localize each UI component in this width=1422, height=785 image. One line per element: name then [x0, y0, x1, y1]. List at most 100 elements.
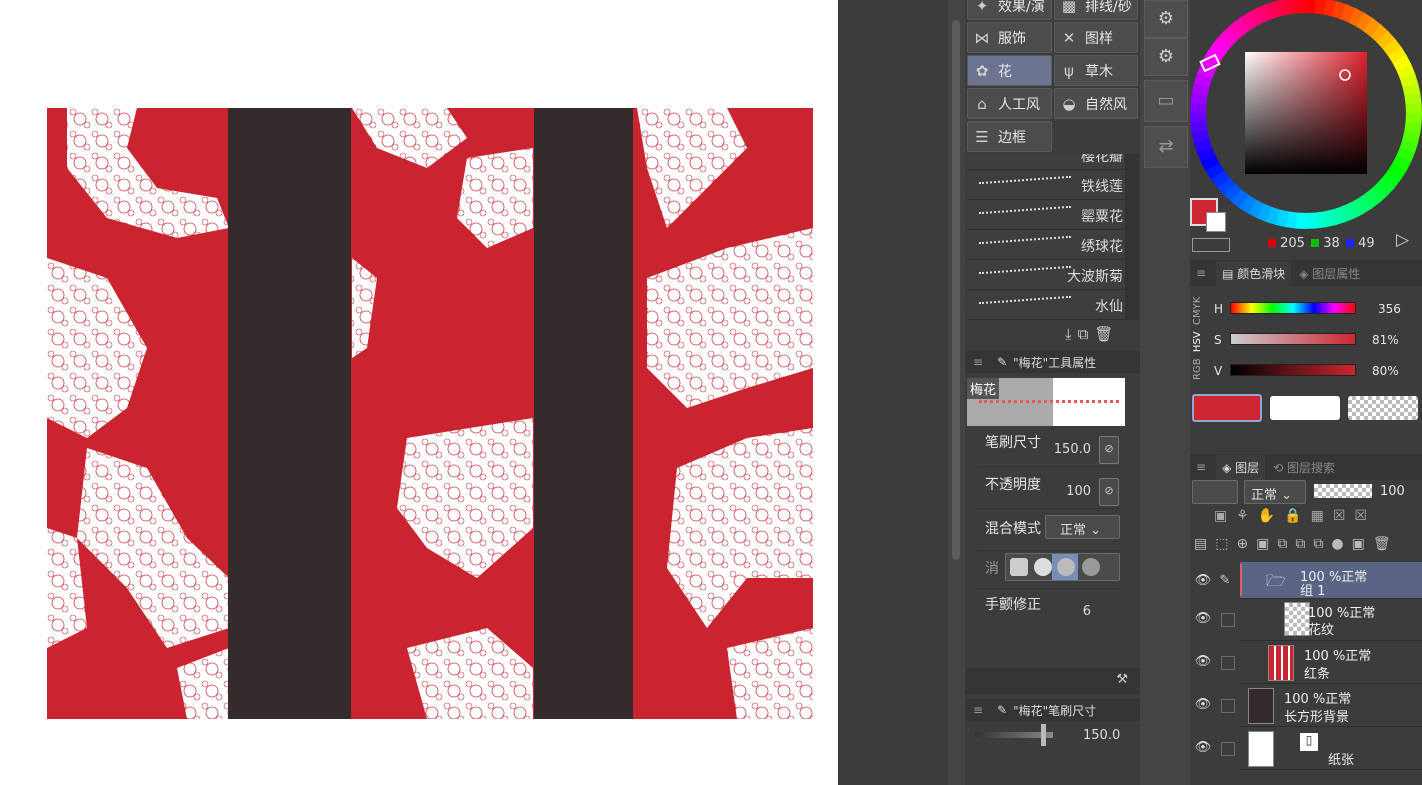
material-gear-icon[interactable]: ⚙ — [1144, 0, 1188, 38]
category-flower[interactable]: ✿ 花 — [967, 55, 1052, 86]
layer-row-background[interactable]: 100 %正常 长方形背景 — [1240, 684, 1422, 727]
transparent-swatch[interactable] — [1192, 238, 1230, 252]
play-icon[interactable]: ▷ — [1396, 230, 1409, 250]
layer-panel-header: ≡ ◈ 图层 ⟲ 图层搜索 — [1190, 454, 1422, 480]
brush-size-row[interactable]: 笔刷尺寸 150.0 ⊘ — [977, 428, 1121, 467]
menu-icon[interactable]: ≡ — [973, 355, 983, 369]
grass-icon: ψ — [1064, 61, 1074, 80]
panel-gutter — [838, 0, 948, 785]
dark-stripe — [534, 108, 633, 719]
pattern-icon: ✕ — [1062, 28, 1076, 47]
menu-icon[interactable]: ≡ — [973, 703, 983, 717]
category-hatch[interactable]: ▩ 排线/砂 — [1054, 0, 1138, 20]
visibility-eye-icon[interactable]: 👁 — [1192, 684, 1214, 726]
side-toolbar: ⚙ ⚙ ▭ ⇄ — [1140, 0, 1190, 785]
color-mode-tabs[interactable]: RGB HSV CMYK — [1192, 292, 1212, 384]
brush-item[interactable]: 水仙 — [967, 290, 1125, 320]
value-slider[interactable] — [1230, 364, 1356, 376]
category-artificial[interactable]: ⌂ 人工风 — [967, 88, 1052, 119]
layer-checkbox[interactable] — [1221, 656, 1235, 670]
frame-icon: ☰ — [975, 127, 989, 146]
blend-mode-row[interactable]: 混合模式 正常 ⌄ — [977, 512, 1121, 551]
category-grass[interactable]: ψ 草木 — [1054, 55, 1138, 86]
layer-row-paper[interactable]: ▯ 纸张 — [1240, 727, 1422, 770]
brush-item[interactable]: 罂粟花 — [967, 200, 1125, 230]
pressure-icon[interactable]: ⊘ — [1099, 436, 1119, 464]
brush-item[interactable]: 大波斯菊 — [967, 260, 1125, 290]
brush-list-scrollbar[interactable] — [1125, 154, 1139, 320]
animation-icon[interactable]: ▭ — [1144, 80, 1188, 122]
antialias-row[interactable]: 消 — [977, 550, 1121, 589]
duplicate-icon[interactable]: ⧉ — [1078, 325, 1095, 343]
blend-mode-select[interactable]: 正常 ⌄ — [1045, 515, 1120, 539]
visibility-eye-icon[interactable]: 👁 — [1192, 641, 1214, 683]
rock-icon: ◒ — [1062, 94, 1076, 113]
brush-list: 樱花瓣 铁线莲 罂粟花 绣球花 大波斯菊 水仙 — [967, 154, 1125, 320]
layer-row-pattern[interactable]: 100 %正常 花纹 — [1240, 598, 1422, 641]
blossom-pattern — [47, 108, 813, 719]
artwork-canvas[interactable] — [47, 108, 813, 719]
visibility-eye-icon[interactable]: 👁 — [1192, 727, 1214, 769]
brush-preview: 梅花 — [967, 378, 1125, 426]
sub-tool-gear-icon[interactable]: ⚙ — [1144, 38, 1188, 76]
trash-icon[interactable]: 🗑 — [1094, 325, 1119, 343]
layer-checkbox[interactable] — [1221, 699, 1235, 713]
brush-item[interactable]: 绣球花 — [967, 230, 1125, 260]
brush-item[interactable]: 樱花瓣 — [967, 154, 1125, 170]
canvas-area[interactable] — [0, 0, 838, 785]
brush-size-header: ≡ ✎ "梅花"笔刷尺寸 — [965, 699, 1140, 721]
layer-color-select[interactable] — [1192, 480, 1238, 504]
sub-color-swatch[interactable] — [1206, 212, 1226, 232]
menu-icon[interactable]: ≡ — [1196, 266, 1206, 280]
visibility-eye-icon[interactable]: 👁 — [1192, 598, 1214, 640]
opacity-row[interactable]: 不透明度 100 ⊘ — [977, 470, 1121, 509]
layer-blend-select[interactable]: 正常 ⌄ — [1244, 480, 1306, 504]
download-icon[interactable]: ⤓ — [1065, 325, 1078, 343]
saturation-slider[interactable] — [1230, 333, 1356, 345]
layer-row-group[interactable]: 100 %正常 组 1 🗁 — [1240, 562, 1422, 599]
main-color-chip[interactable] — [1192, 394, 1262, 422]
layer-action-icons[interactable]: ▤⬚⊕▣⧉⧉⧉●▣🗑 — [1194, 536, 1420, 558]
tab-layer-search[interactable]: ⟲ 图层搜索 — [1273, 459, 1335, 476]
brush-icon: ✎ — [997, 355, 1008, 369]
layer-checkbox[interactable] — [1221, 613, 1235, 627]
history-icon[interactable]: ⇄ — [1144, 126, 1188, 168]
category-clothing[interactable]: ⋈ 服饰 — [967, 22, 1052, 53]
pen-icon[interactable]: ✎ — [1214, 560, 1236, 602]
tab-layer-property[interactable]: ◈ 图层属性 — [1299, 265, 1360, 282]
layer-opacity-slider[interactable] — [1314, 484, 1372, 498]
category-pattern[interactable]: ✕ 图样 — [1054, 22, 1138, 53]
brush-icon: ✎ — [997, 703, 1008, 717]
layer-toggle-icons[interactable]: ▣⚘✋🔒▦☒☒ — [1214, 508, 1414, 530]
category-effect[interactable]: ✦ 效果/演 — [967, 0, 1052, 20]
visibility-eye-icon[interactable]: 👁 — [1192, 560, 1214, 602]
category-natural[interactable]: ◒ 自然风 — [1054, 88, 1138, 119]
brush-item[interactable]: 铁线莲 — [967, 170, 1125, 200]
stabilizer-row[interactable]: 手颤修正 6 — [977, 590, 1121, 630]
hue-slider[interactable] — [1230, 302, 1356, 314]
antialias-options[interactable] — [1005, 553, 1120, 581]
tool-property-footer: ⚒ — [965, 668, 1140, 694]
flower-icon: ✿ — [975, 61, 989, 80]
layer-checkbox[interactable] — [1221, 742, 1235, 756]
menu-icon[interactable]: ≡ — [1196, 460, 1206, 474]
layer-row-red-stripes[interactable]: 100 %正常 红条 — [1240, 641, 1422, 684]
paper-icon: ▯ — [1300, 733, 1318, 751]
category-frame[interactable]: ☰ 边框 — [967, 121, 1052, 152]
transparent-chip[interactable] — [1348, 396, 1418, 420]
folder-icon: 🗁 — [1266, 571, 1286, 590]
tab-layer[interactable]: ◈ 图层 — [1216, 454, 1266, 480]
pressure-icon[interactable]: ⊘ — [1099, 478, 1119, 506]
color-slider-header: ≡ ▤ 颜色滑块 ◈ 图层属性 — [1190, 260, 1422, 286]
effect-icon: ✦ — [975, 0, 989, 15]
hatch-icon: ▩ — [1061, 0, 1077, 15]
house-icon: ⌂ — [977, 94, 987, 113]
tab-color-slider[interactable]: ▤ 颜色滑块 — [1216, 260, 1292, 286]
panel-scrollbar[interactable] — [948, 0, 965, 785]
brush-size-slider[interactable] — [975, 724, 1085, 746]
brush-panel: ✦ 效果/演 ▩ 排线/砂 ⋈ 服饰 ✕ 图样 ✿ 花 ψ 草木 ⌂ 人工风 ◒ 自然风 ☰ 边框… — [965, 0, 1140, 785]
ribbon-icon: ⋈ — [974, 28, 990, 47]
sub-color-chip[interactable] — [1270, 396, 1340, 420]
wrench-icon[interactable]: ⚒ — [1116, 672, 1128, 687]
dark-stripe — [228, 108, 351, 719]
